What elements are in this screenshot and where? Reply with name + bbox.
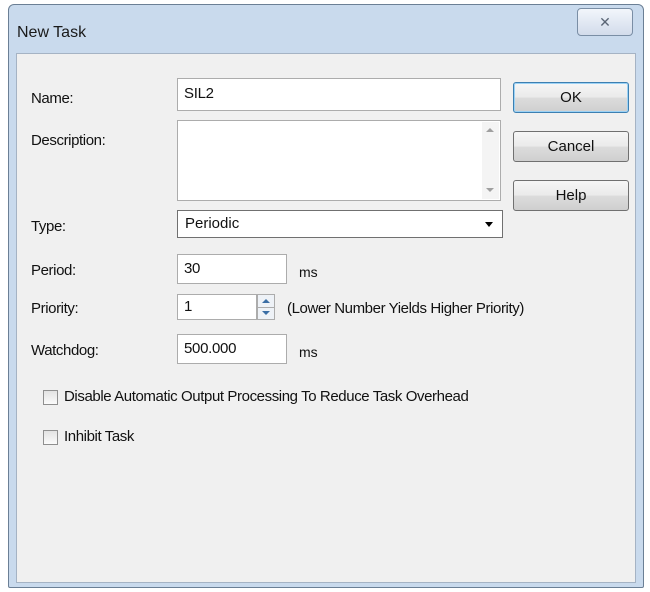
new-task-dialog: New Task ✕ Name: SIL2 Description: Type:… xyxy=(8,4,644,588)
watchdog-label: Watchdog: xyxy=(31,342,99,359)
scroll-up-icon[interactable] xyxy=(482,122,499,139)
chevron-down-icon xyxy=(485,222,493,227)
ok-button[interactable]: OK xyxy=(513,82,629,113)
watchdog-field[interactable]: 500.000 xyxy=(177,334,287,364)
spin-down-icon[interactable] xyxy=(258,307,274,319)
close-button[interactable]: ✕ xyxy=(577,8,633,36)
priority-spinner[interactable] xyxy=(257,294,275,320)
disable-output-label[interactable]: Disable Automatic Output Processing To R… xyxy=(64,388,469,405)
period-field[interactable]: 30 xyxy=(177,254,287,284)
inhibit-task-checkbox[interactable] xyxy=(43,430,58,445)
description-label: Description: xyxy=(31,132,106,149)
scroll-down-icon[interactable] xyxy=(482,182,499,199)
title-bar[interactable]: New Task ✕ xyxy=(9,5,643,53)
priority-field[interactable]: 1 xyxy=(177,294,257,320)
priority-label: Priority: xyxy=(31,300,79,317)
disable-output-checkbox[interactable] xyxy=(43,390,58,405)
close-icon: ✕ xyxy=(599,13,611,30)
description-field[interactable] xyxy=(177,120,501,201)
name-label: Name: xyxy=(31,90,74,107)
priority-hint: (Lower Number Yields Higher Priority) xyxy=(287,300,524,317)
type-value: Periodic xyxy=(185,215,240,232)
period-label: Period: xyxy=(31,262,76,279)
cancel-button[interactable]: Cancel xyxy=(513,131,629,162)
help-button[interactable]: Help xyxy=(513,180,629,211)
name-field[interactable]: SIL2 xyxy=(177,78,501,111)
inhibit-task-label[interactable]: Inhibit Task xyxy=(64,428,134,445)
dialog-title: New Task xyxy=(17,24,87,41)
watchdog-unit: ms xyxy=(299,344,318,360)
spin-up-icon[interactable] xyxy=(258,295,274,307)
dialog-body: Name: SIL2 Description: Type: Periodic P… xyxy=(16,53,636,583)
period-unit: ms xyxy=(299,264,318,280)
type-dropdown[interactable]: Periodic xyxy=(177,210,503,238)
type-label: Type: xyxy=(31,218,66,235)
description-scrollbar[interactable] xyxy=(482,122,499,199)
